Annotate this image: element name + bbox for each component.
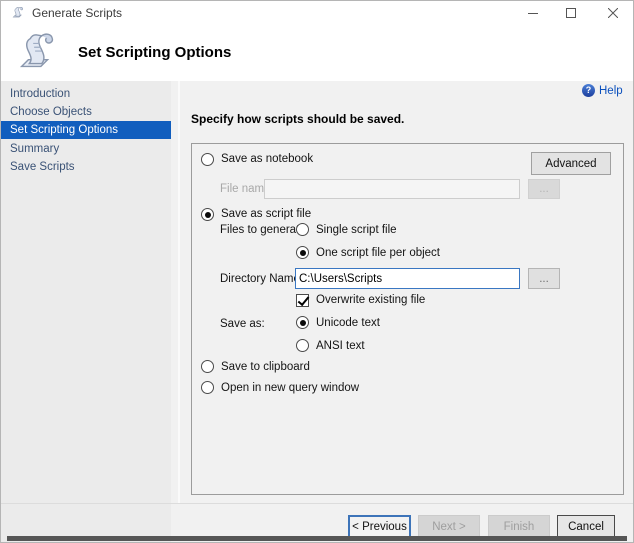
single-script-file-label[interactable]: Single script file [316,224,397,236]
directory-name-label: Directory Name: [220,273,303,285]
overwrite-existing-file-checkbox[interactable] [296,294,309,307]
minimize-button[interactable] [515,1,551,25]
scroll-icon [11,6,25,20]
one-script-file-per-object-label[interactable]: One script file per object [316,247,440,259]
file-name-browse-button: ... [528,179,560,199]
cancel-button[interactable]: Cancel [557,515,615,538]
save-to-clipboard-label[interactable]: Save to clipboard [221,361,310,373]
close-icon [608,8,618,18]
save-as-notebook-radio[interactable] [201,153,214,166]
help-label: Help [599,85,623,97]
maximize-button[interactable] [553,1,589,25]
overwrite-existing-file-label[interactable]: Overwrite existing file [316,294,425,306]
sidebar-item-set-scripting-options[interactable]: Set Scripting Options [1,121,171,139]
maximize-icon [566,8,576,18]
directory-browse-button[interactable]: ... [528,268,560,289]
save-as-label: Save as: [220,318,265,330]
help-icon: ? [582,84,595,97]
generate-scripts-window: Generate Scripts Set Scripting Options I… [0,0,634,543]
window-title: Generate Scripts [32,6,122,20]
save-as-notebook-label[interactable]: Save as notebook [221,153,313,165]
sidebar-item-choose-objects[interactable]: Choose Objects [1,103,171,121]
close-button[interactable] [595,1,631,25]
wizard-steps-sidebar: Introduction Choose Objects Set Scriptin… [1,81,171,543]
minimize-icon [528,8,538,18]
help-link[interactable]: ? Help [582,84,623,97]
wizard-body: Introduction Choose Objects Set Scriptin… [1,81,634,543]
window-bottom-edge [7,536,627,541]
directory-name-input[interactable] [295,268,520,289]
next-button: Next > [418,515,480,538]
sidebar-item-summary[interactable]: Summary [1,140,171,158]
single-script-file-radio[interactable] [296,223,309,236]
sidebar-divider [178,81,180,503]
unicode-text-label[interactable]: Unicode text [316,317,380,329]
save-as-script-file-label[interactable]: Save as script file [221,208,311,220]
one-script-file-per-object-radio[interactable] [296,246,309,259]
advanced-button[interactable]: Advanced [531,152,611,175]
finish-button: Finish [488,515,550,538]
unicode-text-radio[interactable] [296,316,309,329]
scroll-icon-large [13,30,61,76]
sidebar-item-save-scripts[interactable]: Save Scripts [1,158,171,176]
title-bar: Generate Scripts [1,1,633,25]
save-to-clipboard-radio[interactable] [201,360,214,373]
sidebar-item-introduction[interactable]: Introduction [1,85,171,103]
save-options-groupbox: Save as notebook Advanced File name: ...… [191,143,624,495]
section-heading: Specify how scripts should be saved. [191,112,404,126]
previous-button[interactable]: < Previous [348,515,411,538]
save-as-script-file-radio[interactable] [201,208,214,221]
file-name-input [264,179,520,199]
ansi-text-label[interactable]: ANSI text [316,340,365,352]
footer-divider [1,503,634,504]
page-title: Set Scripting Options [78,44,231,61]
open-in-new-query-window-radio[interactable] [201,381,214,394]
open-in-new-query-window-label[interactable]: Open in new query window [221,382,359,394]
ansi-text-radio[interactable] [296,339,309,352]
